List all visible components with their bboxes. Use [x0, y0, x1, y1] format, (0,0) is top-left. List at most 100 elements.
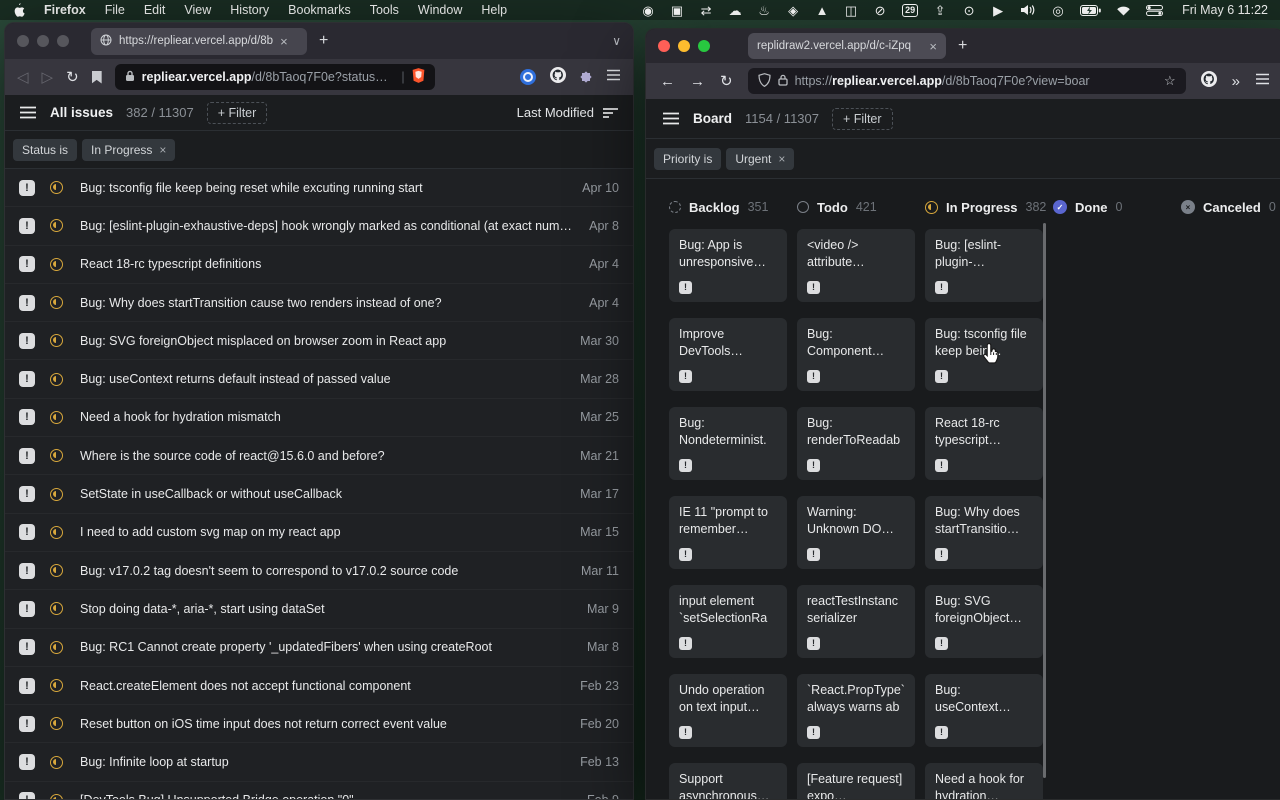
- right-browser-tab[interactable]: replidraw2.vercel.app/d/c-iZpq ×: [748, 33, 946, 59]
- apple-logo-icon[interactable]: [12, 3, 25, 18]
- right-window-controls[interactable]: [658, 40, 710, 52]
- close-window-button[interactable]: [17, 35, 29, 47]
- forward-button[interactable]: →: [690, 74, 705, 89]
- menubar-menu-bookmarks[interactable]: Bookmarks: [288, 3, 351, 17]
- minimize-window-button[interactable]: [37, 35, 49, 47]
- back-button[interactable]: ←: [660, 74, 675, 89]
- zoom-window-button[interactable]: [57, 35, 69, 47]
- issue-row[interactable]: ! Bug: RC1 Cannot create property '_upda…: [5, 629, 633, 667]
- tab-close-icon[interactable]: ×: [280, 34, 288, 49]
- tab-close-icon[interactable]: ×: [929, 39, 937, 54]
- play-icon[interactable]: ▶: [991, 4, 1005, 17]
- issue-card[interactable]: Undo operation on text input… !: [669, 674, 787, 747]
- issue-card[interactable]: <video /> attribute… !: [797, 229, 915, 302]
- issue-card[interactable]: Bug: useContext… !: [925, 674, 1043, 747]
- issue-card[interactable]: reactTestInstanc serializer !: [797, 585, 915, 658]
- menu-icon[interactable]: [1255, 72, 1270, 90]
- cloud-icon[interactable]: ☁: [728, 4, 742, 17]
- extension-icon[interactable]: [580, 71, 592, 83]
- add-filter-button[interactable]: + Filter: [832, 108, 893, 130]
- menubar-menu-history[interactable]: History: [230, 3, 269, 17]
- issue-card[interactable]: React 18-rc typescript… !: [925, 407, 1043, 480]
- issue-card[interactable]: `React.PropType` always warns ab !: [797, 674, 915, 747]
- issue-card[interactable]: Support asynchronous… !: [669, 763, 787, 800]
- issue-card[interactable]: Improve DevTools… !: [669, 318, 787, 391]
- new-tab-button[interactable]: +: [958, 37, 967, 55]
- bookmark-star-icon[interactable]: ☆: [1164, 73, 1176, 89]
- menubar-menu-window[interactable]: Window: [418, 3, 462, 17]
- sidebar-menu-icon[interactable]: [662, 112, 680, 125]
- issue-card[interactable]: Bug: renderToReadab !: [797, 407, 915, 480]
- issue-row[interactable]: ! Where is the source code of react@15.6…: [5, 437, 633, 475]
- filter-field-chip[interactable]: Status is: [13, 139, 77, 161]
- dropbox-icon[interactable]: ◈: [786, 4, 800, 17]
- bookmark-icon[interactable]: [92, 71, 102, 84]
- issue-card[interactable]: Need a hook for hydration… !: [925, 763, 1043, 800]
- issue-row[interactable]: ! Bug: [eslint-plugin-exhaustive-deps] h…: [5, 207, 633, 245]
- left-browser-tab[interactable]: https://repliear.vercel.app/d/8b ×: [91, 28, 307, 55]
- reload-button[interactable]: ↻: [720, 74, 733, 89]
- issue-row[interactable]: ! [DevTools Bug] Unsupported Bridge oper…: [5, 782, 633, 800]
- wifi-icon[interactable]: [1116, 5, 1131, 16]
- issue-card[interactable]: Bug: [eslint-plugin-… !: [925, 229, 1043, 302]
- github-extension-icon[interactable]: [1201, 71, 1217, 92]
- menubar-app-name[interactable]: Firefox: [44, 3, 86, 17]
- filter-field-chip[interactable]: Priority is: [654, 148, 721, 170]
- sort-order-icon[interactable]: [602, 107, 619, 119]
- reload-button[interactable]: ↻: [66, 70, 79, 85]
- docker-icon[interactable]: ♨: [757, 4, 771, 17]
- issue-card[interactable]: Bug: tsconfig file keep bein… !: [925, 318, 1043, 391]
- window-manager-icon[interactable]: ◫: [844, 4, 858, 17]
- menubar-clock[interactable]: Fri May 6 11:22: [1182, 3, 1268, 17]
- menubar-menu-view[interactable]: View: [184, 3, 211, 17]
- issue-card[interactable]: input element `setSelectionRa !: [669, 585, 787, 658]
- password-manager-icon[interactable]: [520, 69, 536, 85]
- remove-filter-icon[interactable]: ×: [778, 152, 785, 166]
- issue-row[interactable]: ! I need to add custom svg map on my rea…: [5, 514, 633, 552]
- issue-card[interactable]: Warning: Unknown DO… !: [797, 496, 915, 569]
- issue-card[interactable]: Bug: App is unresponsive… !: [669, 229, 787, 302]
- upload-icon[interactable]: ⇪: [933, 4, 947, 17]
- remove-filter-icon[interactable]: ×: [159, 143, 166, 157]
- sort-label[interactable]: Last Modified: [517, 105, 594, 120]
- issue-card[interactable]: Bug: Nondeterminist. !: [669, 407, 787, 480]
- sync-icon[interactable]: ⇄: [699, 4, 713, 17]
- issue-card[interactable]: Bug: SVG foreignObject… !: [925, 585, 1043, 658]
- add-filter-button[interactable]: + Filter: [207, 102, 268, 124]
- battery-icon[interactable]: [1080, 5, 1101, 16]
- assistant-icon[interactable]: ◎: [1051, 4, 1065, 17]
- issue-row[interactable]: ! React.createElement does not accept fu…: [5, 667, 633, 705]
- tab-list-chevron-icon[interactable]: ∨: [612, 34, 621, 48]
- filter-value-chip[interactable]: In Progress×: [82, 139, 175, 161]
- close-window-button[interactable]: [658, 40, 670, 52]
- deploy-icon[interactable]: ▲: [815, 4, 829, 17]
- left-window-controls[interactable]: [17, 35, 69, 47]
- filter-value-chip[interactable]: Urgent×: [726, 148, 794, 170]
- issue-row[interactable]: ! Need a hook for hydration mismatch Mar…: [5, 399, 633, 437]
- sidebar-menu-icon[interactable]: [19, 106, 37, 119]
- issue-card[interactable]: Bug: Why does startTransitio… !: [925, 496, 1043, 569]
- brave-shield-icon[interactable]: [412, 68, 425, 86]
- back-button[interactable]: ◁: [17, 70, 29, 85]
- volume-icon[interactable]: [1020, 4, 1036, 16]
- menubar-menu-help[interactable]: Help: [481, 3, 507, 17]
- overflow-menu-icon[interactable]: »: [1232, 74, 1240, 89]
- issue-row[interactable]: ! Bug: SVG foreignObject misplaced on br…: [5, 322, 633, 360]
- issue-row[interactable]: ! Stop doing data-*, aria-*, start using…: [5, 590, 633, 628]
- calendar-icon[interactable]: 29: [902, 4, 918, 17]
- issue-row[interactable]: ! Bug: Infinite loop at startup Feb 13: [5, 743, 633, 781]
- power-icon[interactable]: ⊙: [962, 4, 976, 17]
- github-extension-icon[interactable]: [550, 67, 566, 88]
- control-center-icon[interactable]: [1146, 5, 1163, 16]
- column-scrollbar[interactable]: [1043, 223, 1046, 778]
- issue-card[interactable]: [Feature request] expo… !: [797, 763, 915, 800]
- issue-row[interactable]: ! SetState in useCallback or without use…: [5, 475, 633, 513]
- menubar-menu-edit[interactable]: Edit: [144, 3, 166, 17]
- forward-button[interactable]: ▷: [42, 70, 54, 85]
- issue-row[interactable]: ! Bug: tsconfig file keep being reset wh…: [5, 169, 633, 207]
- issue-row[interactable]: ! Bug: useContext returns default instea…: [5, 360, 633, 398]
- issue-row[interactable]: ! Bug: Why does startTransition cause tw…: [5, 284, 633, 322]
- screen-record-icon[interactable]: ◉: [641, 4, 655, 17]
- zoom-window-button[interactable]: [698, 40, 710, 52]
- issue-card[interactable]: IE 11 "prompt to remember… !: [669, 496, 787, 569]
